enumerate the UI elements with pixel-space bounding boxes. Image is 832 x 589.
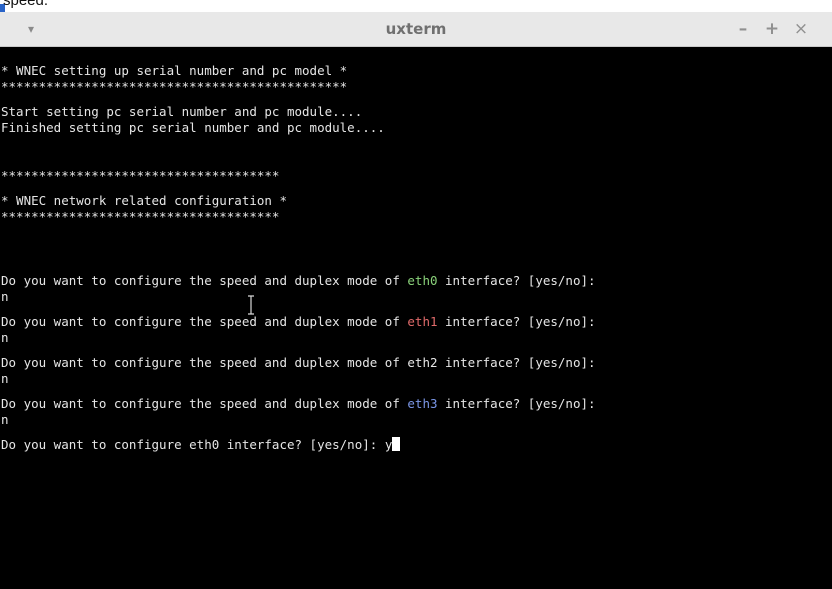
minimize-button[interactable]: – — [733, 18, 753, 40]
uxterm-window[interactable]: ▾ uxterm – + × * WNEC setting up serial … — [0, 12, 832, 589]
window-title: uxterm — [385, 20, 447, 38]
terminal-line: ************************************* — [1, 168, 280, 183]
active-prompt-line[interactable]: Do you want to configure eth0 interface?… — [1, 437, 832, 453]
question-text: Do you want to configure the speed and d… — [1, 273, 408, 288]
question-text: Do you want to configure the speed and d… — [1, 355, 408, 370]
terminal-line: Start setting pc serial number and pc mo… — [1, 104, 363, 119]
iface-name-eth0: eth0 — [407, 273, 438, 288]
terminal-cursor — [392, 437, 401, 451]
terminal-line: * WNEC network related configuration * — [1, 193, 287, 208]
answer-line: n — [1, 371, 9, 386]
terminal-line: * WNEC setting up serial number and pc m… — [1, 63, 348, 78]
close-button[interactable]: × — [791, 18, 811, 40]
answer-line: n — [1, 289, 9, 304]
question-suffix: interface? [yes/no]: — [437, 396, 596, 411]
background-page-text: speed. — [3, 0, 49, 9]
text-cursor-ibeam-icon — [248, 295, 254, 315]
answer-line: n — [1, 330, 9, 345]
question-suffix: interface? [yes/no]: — [437, 273, 596, 288]
question-line-eth2: Do you want to configure the speed and d… — [1, 355, 832, 371]
maximize-button[interactable]: + — [762, 18, 782, 40]
question-suffix: interface? [yes/no]: — [437, 314, 596, 329]
typed-input[interactable]: y — [385, 437, 393, 452]
terminal-line: ****************************************… — [1, 79, 348, 94]
question-text: Do you want to configure the speed and d… — [1, 396, 408, 411]
terminal-line: Finished setting pc serial number and pc… — [1, 120, 385, 135]
iface-name-eth2: eth2 — [407, 355, 438, 370]
iface-name-eth1: eth1 — [407, 314, 438, 329]
background-page-fragment: speed. — [0, 0, 832, 12]
question-line-eth1: Do you want to configure the speed and d… — [1, 314, 832, 330]
terminal-output[interactable]: * WNEC setting up serial number and pc m… — [0, 47, 832, 589]
question-text: Do you want to configure the speed and d… — [1, 314, 408, 329]
question-suffix: interface? [yes/no]: — [437, 355, 596, 370]
question-line-eth3: Do you want to configure the speed and d… — [1, 396, 832, 412]
answer-line: n — [1, 412, 9, 427]
question-line-eth0: Do you want to configure the speed and d… — [1, 273, 832, 289]
prompt-text: Do you want to configure eth0 interface?… — [1, 437, 385, 452]
terminal-line: ************************************* — [1, 209, 280, 224]
window-titlebar[interactable]: ▾ uxterm – + × — [0, 12, 832, 47]
iface-name-eth3: eth3 — [407, 396, 438, 411]
